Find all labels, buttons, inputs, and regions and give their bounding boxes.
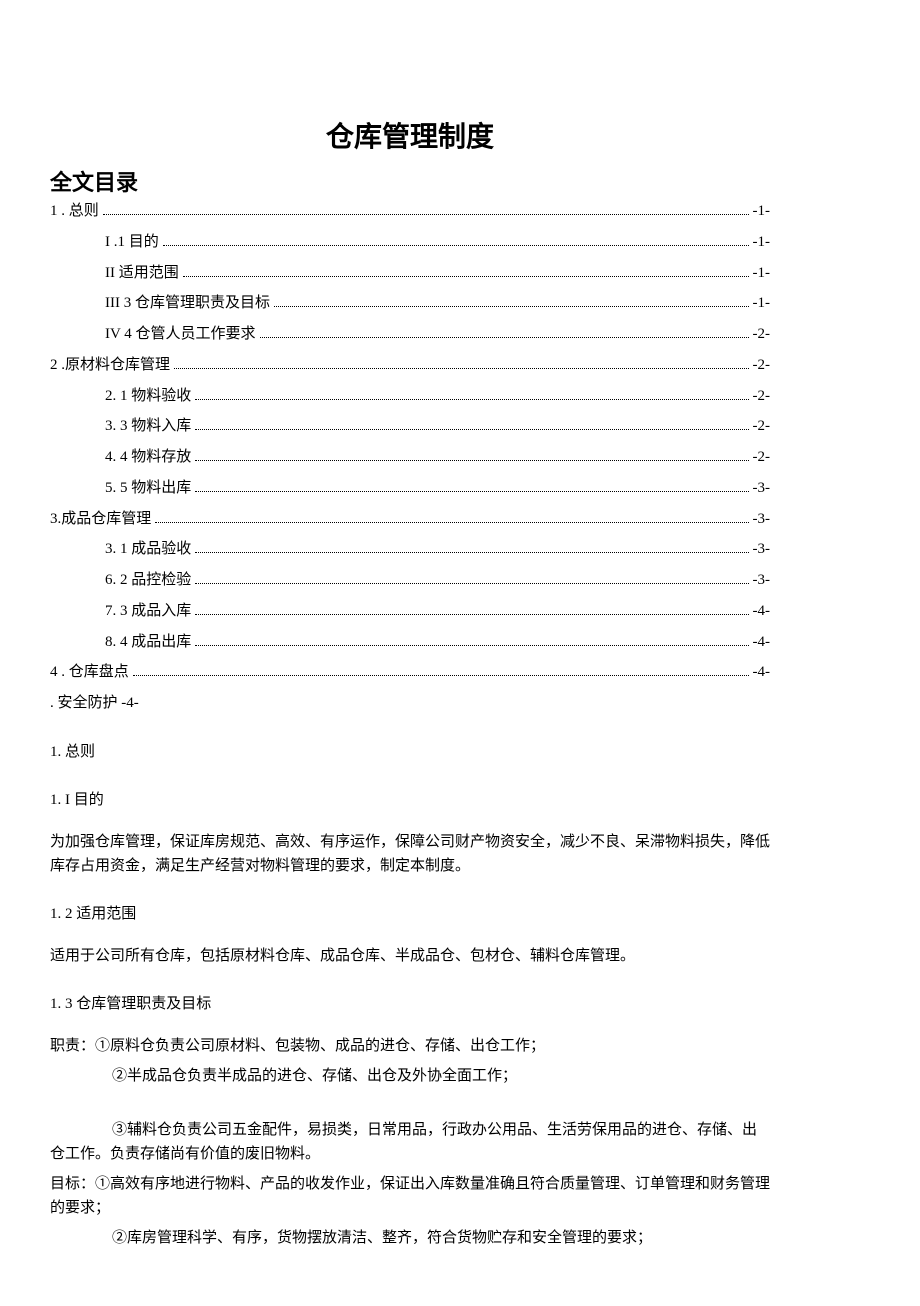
- toc-entry: 3.成品仓库管理 -3-: [50, 507, 770, 532]
- document-body: 1. 总则 1. I 目的 为加强仓库管理，保证库房规范、高效、有序运作，保障公…: [50, 740, 770, 1250]
- toc-entry: 2. 1 物料验收 -2-: [50, 384, 770, 409]
- toc-leader-dots: [103, 208, 749, 215]
- toc-page-number: -2-: [753, 414, 771, 439]
- toc-leader-dots: [195, 608, 748, 615]
- toc-label: II 适用范围: [105, 261, 179, 286]
- toc-leader-dots: [183, 270, 749, 277]
- section-heading-1-2: 1. 2 适用范围: [50, 902, 770, 926]
- toc-leader-dots: [195, 485, 748, 492]
- toc-leader-dots: [195, 454, 748, 461]
- toc-page-number: -3-: [753, 476, 771, 501]
- paragraph: 适用于公司所有仓库，包括原材料仓库、成品仓库、半成品仓、包材仓、辅料仓库管理。: [50, 944, 770, 968]
- indented-line: ②半成品仓负责半成品的进仓、存储、出仓及外协全面工作；: [50, 1064, 770, 1088]
- toc-entry: 6. 2 品控检验 -3-: [50, 568, 770, 593]
- toc-leader-dots: [195, 577, 748, 584]
- indented-line: ②库房管理科学、有序，货物摆放清洁、整齐，符合货物贮存和安全管理的要求；: [50, 1226, 770, 1250]
- table-of-contents: 1 . 总则-1-I .1 目的-1-II 适用范围 -1-III 3 仓库管理…: [50, 199, 770, 685]
- toc-entry: III 3 仓库管理职责及目标 -1-: [50, 291, 770, 316]
- toc-label: 4. 4 物料存放: [105, 445, 191, 470]
- toc-leader-dots: [155, 516, 748, 523]
- toc-entry: 8. 4 成品出库 -4-: [50, 630, 770, 655]
- toc-page-number: -2-: [753, 384, 771, 409]
- toc-label: 8. 4 成品出库: [105, 630, 191, 655]
- paragraph: ③辅料仓负责公司五金配件，易损类，日常用品，行政办公用品、生活劳保用品的进仓、存…: [50, 1094, 770, 1166]
- toc-label: 3. 3 物料入库: [105, 414, 191, 439]
- indented-line: [50, 1098, 112, 1114]
- paragraph: ②库房管理科学、有序，货物摆放清洁、整齐，符合货物贮存和安全管理的要求；: [50, 1226, 770, 1250]
- toc-entry: 1 . 总则 -1-: [50, 199, 770, 224]
- paragraph: 为加强仓库管理，保证库房规范、高效、有序运作，保障公司财产物资安全，减少不良、呆…: [50, 830, 770, 878]
- toc-page-number: -3-: [753, 507, 771, 532]
- toc-page-number: -3-: [753, 568, 771, 593]
- toc-leader-dots: [195, 639, 748, 646]
- toc-label: III 3 仓库管理职责及目标: [105, 291, 270, 316]
- toc-heading: 全文目录: [50, 165, 770, 197]
- toc-entry: IV 4 仓管人员工作要求 -2-: [50, 322, 770, 347]
- toc-leader-dots: [195, 423, 748, 430]
- toc-entry: II 适用范围 -1-: [50, 261, 770, 286]
- toc-label: 2. 1 物料验收: [105, 384, 191, 409]
- document-page: 仓库管理制度 全文目录 1 . 总则-1-I .1 目的-1-II 适用范围 -…: [0, 0, 820, 1306]
- toc-leader-dots: [174, 362, 748, 369]
- section-heading-1: 1. 总则: [50, 740, 770, 764]
- toc-label: 4 . 仓库盘点: [50, 660, 129, 685]
- toc-entry: 3. 3 物料入库 -2-: [50, 414, 770, 439]
- toc-page-number: -4-: [753, 599, 771, 624]
- toc-entry: 4. 4 物料存放 -2-: [50, 445, 770, 470]
- toc-label: 3.成品仓库管理: [50, 507, 151, 532]
- toc-label: IV 4 仓管人员工作要求: [105, 322, 256, 347]
- toc-label: 7. 3 成品入库: [105, 599, 191, 624]
- toc-entry: I .1 目的 -1-: [50, 230, 770, 255]
- toc-label: 3. 1 成品验收: [105, 537, 191, 562]
- toc-leader-dots: [163, 239, 749, 246]
- toc-label: 6. 2 品控检验: [105, 568, 191, 593]
- paragraph: 职责：①原料仓负责公司原材料、包装物、成品的进仓、存储、出仓工作；: [50, 1034, 770, 1058]
- toc-entry: 7. 3 成品入库 -4-: [50, 599, 770, 624]
- section-heading-1-1: 1. I 目的: [50, 788, 770, 812]
- paragraph-text: ③辅料仓负责公司五金配件，易损类，日常用品，行政办公用品、生活劳保用品的进仓、存…: [50, 1118, 770, 1166]
- document-title: 仓库管理制度: [50, 115, 770, 155]
- toc-page-number: -2-: [753, 322, 771, 347]
- paragraph: 目标：①高效有序地进行物料、产品的收发作业，保证出入库数量准确且符合质量管理、订…: [50, 1172, 770, 1220]
- toc-leader-dots: [195, 546, 748, 553]
- toc-entry: 4 . 仓库盘点 -4-: [50, 660, 770, 685]
- toc-leader-dots: [274, 300, 749, 307]
- toc-page-number: -1-: [753, 291, 771, 316]
- toc-page-number: -2-: [753, 353, 771, 378]
- toc-leader-dots: [195, 393, 748, 400]
- paragraph: ②半成品仓负责半成品的进仓、存储、出仓及外协全面工作；: [50, 1064, 770, 1088]
- section-heading-1-3: 1. 3 仓库管理职责及目标: [50, 992, 770, 1016]
- toc-plain-entry: . 安全防护 -4-: [50, 691, 770, 712]
- toc-label: I .1 目的: [105, 230, 159, 255]
- toc-leader-dots: [133, 669, 749, 676]
- toc-entry: 2 .原材料仓库管理 -2-: [50, 353, 770, 378]
- toc-page-number: -3-: [753, 537, 771, 562]
- toc-entry: 5. 5 物料出库 -3-: [50, 476, 770, 501]
- toc-label: 1 . 总则: [50, 199, 99, 224]
- toc-leader-dots: [260, 331, 749, 338]
- toc-page-number: -1-: [753, 199, 771, 224]
- toc-page-number: -4-: [753, 630, 771, 655]
- toc-label: 5. 5 物料出库: [105, 476, 191, 501]
- toc-page-number: -4-: [753, 660, 771, 685]
- toc-label: 2 .原材料仓库管理: [50, 353, 170, 378]
- toc-entry: 3. 1 成品验收 -3-: [50, 537, 770, 562]
- toc-page-number: -1-: [753, 261, 771, 286]
- toc-page-number: -2-: [753, 445, 771, 470]
- toc-page-number: -1-: [753, 230, 771, 255]
